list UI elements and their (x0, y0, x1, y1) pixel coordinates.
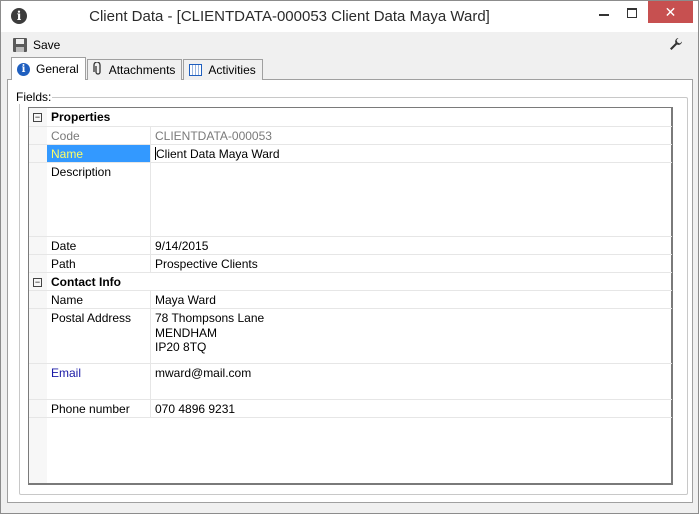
property-label: Email (47, 364, 151, 399)
property-label: Name (47, 291, 151, 308)
maximize-icon (627, 7, 637, 18)
info-icon[interactable]: i (11, 8, 27, 24)
name-value: Client Data Maya Ward (156, 147, 280, 161)
property-value[interactable]: Maya Ward (151, 291, 672, 310)
address-line: 78 Thompsons Lane (155, 311, 265, 325)
tab-label: Attachments (108, 63, 176, 77)
minimize-button[interactable] (591, 1, 617, 23)
property-row-description[interactable]: Description (29, 163, 672, 237)
floppy-disk-icon (13, 38, 27, 52)
category-row-properties[interactable]: − Properties (29, 108, 672, 127)
property-label: Path (47, 255, 151, 272)
property-value[interactable]: Prospective Clients (151, 255, 672, 274)
title-bar[interactable]: i Client Data - [CLIENTDATA-000053 Clien… (1, 1, 698, 32)
close-icon: ✕ (664, 4, 677, 20)
tab-attachments[interactable]: Attachments (86, 59, 183, 80)
minimize-icon (599, 13, 609, 16)
property-label: Code (47, 127, 151, 144)
address-line: IP20 8TQ (155, 340, 207, 354)
property-row-date[interactable]: Date 9/14/2015 (29, 237, 672, 255)
client-data-window: i Client Data - [CLIENTDATA-000053 Clien… (0, 0, 699, 514)
save-label: Save (33, 38, 61, 52)
wrench-icon[interactable] (669, 37, 683, 51)
property-value[interactable] (151, 163, 672, 238)
category-label: Contact Info (51, 275, 121, 289)
fields-label: Fields: (15, 90, 53, 104)
save-button[interactable]: Save (13, 36, 60, 54)
property-label: Date (47, 237, 151, 254)
property-row-code[interactable]: Code CLIENTDATA-000053 (29, 127, 672, 145)
property-label: Phone number (47, 400, 151, 417)
tab-general[interactable]: i General (11, 57, 86, 80)
info-icon: i (17, 62, 30, 76)
property-value: CLIENTDATA-000053 (155, 129, 272, 143)
property-value[interactable]: 070 4896 9231 (151, 400, 672, 419)
property-value[interactable]: 78 Thompsons Lane MENDHAM IP20 8TQ (151, 309, 672, 365)
property-grid[interactable]: − Properties Code CLIENTDATA-000053 Name… (28, 107, 673, 485)
tab-activities[interactable]: Activities (183, 59, 263, 80)
property-row-email[interactable]: Email mward@mail.com (29, 364, 672, 400)
property-value[interactable]: mward@mail.com (151, 364, 672, 401)
property-row-path[interactable]: Path Prospective Clients (29, 255, 672, 273)
window-title: Client Data - [CLIENTDATA-000053 Client … (89, 8, 490, 25)
toolbar: Save (1, 32, 698, 56)
category-label: Properties (51, 110, 111, 124)
property-label: Postal Address (47, 309, 151, 363)
property-value[interactable]: 9/14/2015 (151, 237, 672, 256)
calendar-icon (189, 64, 203, 76)
tab-bar: i General Attachments Activities (11, 57, 264, 80)
address-line: MENDHAM (155, 325, 217, 340)
maximize-button[interactable] (619, 1, 645, 23)
paperclip-icon (93, 61, 103, 78)
close-button[interactable]: ✕ (648, 1, 693, 23)
tab-label: Activities (208, 63, 256, 77)
category-row-contact-info[interactable]: − Contact Info (29, 273, 672, 291)
collapse-icon[interactable]: − (33, 113, 42, 122)
property-value-editor[interactable]: Client Data Maya Ward (151, 145, 672, 164)
property-row-postal-address[interactable]: Postal Address 78 Thompsons Lane MENDHAM… (29, 309, 672, 364)
property-label: Description (47, 163, 151, 236)
collapse-icon[interactable]: − (33, 278, 42, 287)
property-row-phone[interactable]: Phone number 070 4896 9231 (29, 400, 672, 418)
property-label: Name (47, 145, 151, 162)
property-row-contact-name[interactable]: Name Maya Ward (29, 291, 672, 309)
property-row-name[interactable]: Name Client Data Maya Ward (29, 145, 672, 163)
tab-label: General (36, 62, 79, 76)
